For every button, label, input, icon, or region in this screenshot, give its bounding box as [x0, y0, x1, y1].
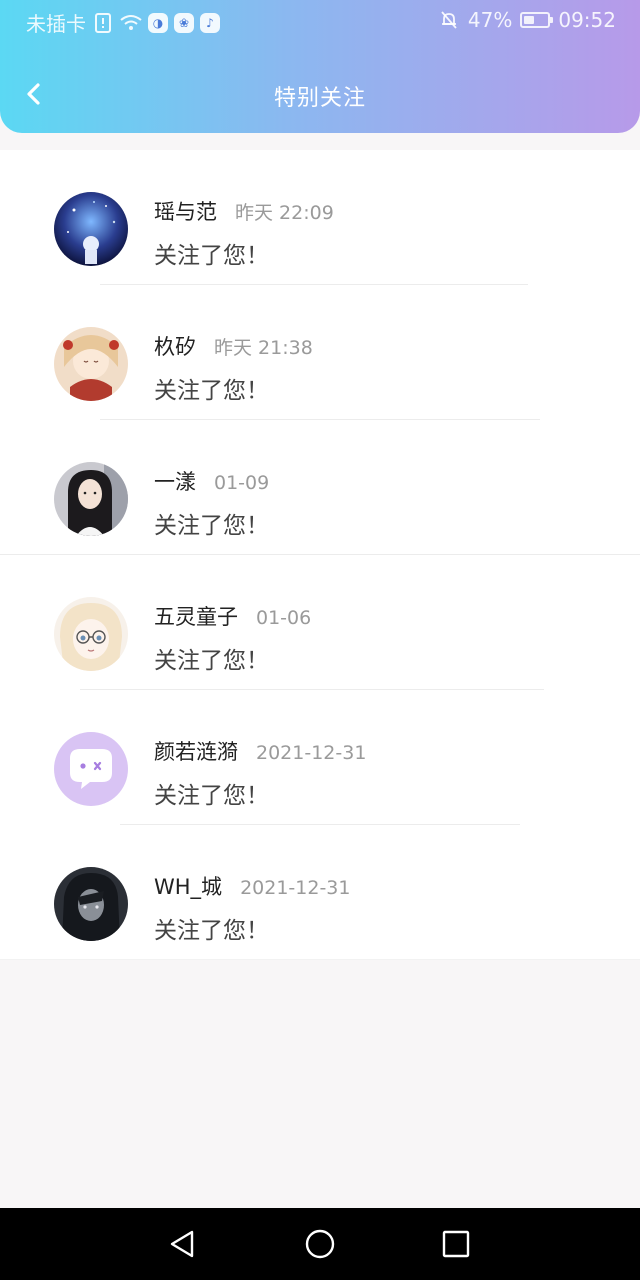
- name-line: 一漾 01-09: [154, 466, 269, 496]
- follow-message: 关注了您！: [154, 378, 269, 404]
- follow-message: 关注了您！: [154, 513, 269, 539]
- name-line: WH_城 2021-12-31: [154, 871, 350, 901]
- name-line: 瑶与范 昨天 22:09: [154, 196, 334, 226]
- follow-message: 关注了您！: [154, 648, 269, 674]
- timestamp: 01-06: [256, 607, 312, 629]
- user-name[interactable]: WH_城: [154, 871, 222, 901]
- timestamp: 昨天 22:09: [235, 202, 334, 224]
- status-left: 未插卡 ◑ ❀ ♪: [26, 8, 220, 37]
- nav-recents-button[interactable]: [438, 1226, 474, 1262]
- recents-square-icon: [442, 1230, 470, 1258]
- clock: 09:52: [558, 8, 616, 32]
- wifi-icon: [120, 12, 142, 34]
- carrier-text: 未插卡: [26, 12, 86, 36]
- back-triangle-icon: [170, 1230, 194, 1258]
- user-name[interactable]: 杦矽: [154, 331, 196, 361]
- divider: [0, 959, 640, 960]
- avatar[interactable]: [54, 732, 128, 806]
- battery-percent: 47%: [467, 8, 513, 32]
- list-item[interactable]: 杦矽 昨天 21:38 关注了您！: [0, 285, 640, 420]
- nav-back-button[interactable]: [165, 1226, 201, 1262]
- bell-off-icon: [438, 9, 460, 31]
- battery-icon: [520, 12, 554, 28]
- user-name[interactable]: 颜若涟漪: [154, 736, 238, 766]
- avatar[interactable]: [54, 462, 128, 536]
- name-line: 杦矽 昨天 21:38: [154, 331, 313, 361]
- list-item[interactable]: 瑶与范 昨天 22:09 关注了您！: [0, 150, 640, 285]
- follow-message: 关注了您！: [154, 243, 269, 269]
- app-icon-music: ♪: [200, 12, 220, 33]
- timestamp: 2021-12-31: [240, 877, 351, 899]
- app-icon-qq: ◑: [148, 12, 168, 33]
- user-name[interactable]: 五灵童子: [154, 601, 238, 631]
- list-item[interactable]: 颜若涟漪 2021-12-31 关注了您！: [0, 690, 640, 825]
- list-item[interactable]: 五灵童子 01-06 关注了您！: [0, 555, 640, 690]
- user-name[interactable]: 一漾: [154, 466, 196, 496]
- app-icon-baidu: ❀: [174, 12, 194, 33]
- system-nav-bar: [0, 1208, 640, 1280]
- avatar[interactable]: [54, 867, 128, 941]
- follow-message: 关注了您！: [154, 783, 269, 809]
- page-title: 特别关注: [273, 86, 366, 111]
- sim-alert-icon: [92, 12, 114, 34]
- status-right: 47% 09:52: [438, 8, 616, 32]
- timestamp: 昨天 21:38: [214, 337, 313, 359]
- chat-bubble-icon: [54, 732, 128, 806]
- avatar[interactable]: [54, 327, 128, 401]
- nav-home-button[interactable]: [302, 1226, 338, 1262]
- status-bar: 未插卡 ◑ ❀ ♪ 47% 09:52: [0, 0, 640, 44]
- home-circle-icon: [305, 1229, 335, 1259]
- list-item[interactable]: 一漾 01-09 关注了您！: [0, 420, 640, 555]
- timestamp: 2021-12-31: [256, 742, 367, 764]
- avatar[interactable]: [54, 192, 128, 266]
- follow-message: 关注了您！: [154, 918, 269, 944]
- follower-list: 瑶与范 昨天 22:09 关注了您！ 杦矽 昨天 21:38 关注了您！ 一漾 …: [0, 150, 640, 960]
- user-name[interactable]: 瑶与范: [154, 196, 217, 226]
- list-item[interactable]: WH_城 2021-12-31 关注了您！: [0, 825, 640, 960]
- avatar[interactable]: [54, 597, 128, 671]
- name-line: 颜若涟漪 2021-12-31: [154, 736, 366, 766]
- timestamp: 01-09: [214, 472, 270, 494]
- header: 未插卡 ◑ ❀ ♪ 47% 09:52 特别关注: [0, 0, 640, 133]
- name-line: 五灵童子 01-06: [154, 601, 311, 631]
